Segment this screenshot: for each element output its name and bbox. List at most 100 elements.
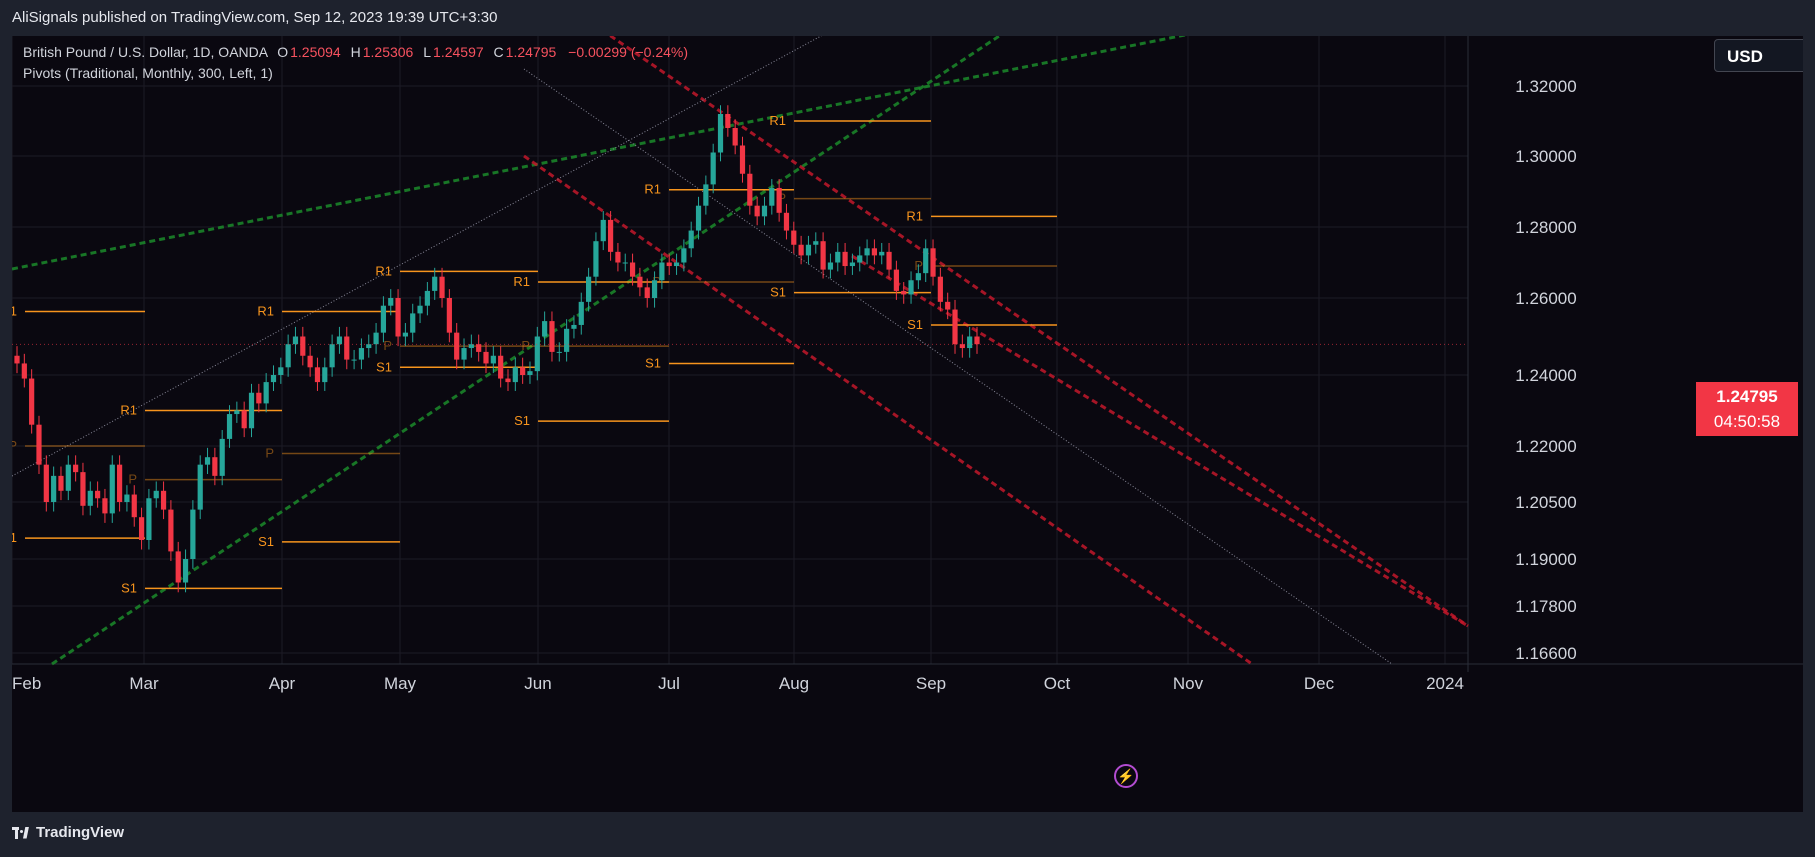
candle-body xyxy=(446,298,452,333)
currency-button[interactable]: USD xyxy=(1714,39,1803,72)
candle-body xyxy=(263,382,269,404)
candle-body xyxy=(358,348,365,360)
x-tick-label: Aug xyxy=(779,674,809,693)
candle-body xyxy=(542,321,548,337)
candle-body xyxy=(886,251,892,270)
pivot-label-r1: R1 xyxy=(375,263,392,278)
candle-body xyxy=(204,457,211,465)
symbol-name: British Pound / U.S. Dollar, 1D, OANDA xyxy=(23,44,268,60)
candle-body xyxy=(798,244,804,256)
candle-body xyxy=(769,187,775,206)
candle-body xyxy=(527,371,533,375)
candle-body xyxy=(219,438,225,476)
price-chart[interactable]: R1PS1R1PS1R1PS1R1PS1R1PS1R1PS1R1PS1R1PS1… xyxy=(12,36,1803,812)
candle-body xyxy=(849,262,856,267)
symbol-legend: British Pound / U.S. Dollar, 1D, OANDA O… xyxy=(23,44,688,60)
candle-body xyxy=(388,298,394,306)
indicator-name: Pivots (Traditional, Monthly, 300, Left,… xyxy=(23,65,273,81)
candle-body xyxy=(417,305,423,314)
candle-body xyxy=(615,251,621,263)
y-tick-label: 1.19000 xyxy=(1515,550,1576,569)
chart-area[interactable]: R1PS1R1PS1R1PS1R1PS1R1PS1R1PS1R1PS1R1PS1… xyxy=(12,36,1803,812)
y-tick-label: 1.22000 xyxy=(1515,437,1576,456)
candle-body xyxy=(483,351,489,364)
candle-body xyxy=(29,378,35,425)
y-tick-label: 1.17800 xyxy=(1515,597,1576,616)
candle-body xyxy=(937,276,943,302)
candle-body xyxy=(146,498,152,540)
candle-body xyxy=(190,509,196,559)
high-value: 1.25306 xyxy=(362,44,414,60)
pivot-label-r1: R1 xyxy=(906,208,923,223)
candle-body xyxy=(36,424,42,465)
brand-name: TradingView xyxy=(36,824,125,841)
candle-body xyxy=(73,464,79,473)
candle-body xyxy=(761,205,768,217)
candle-body xyxy=(622,262,628,264)
candle-body xyxy=(461,348,467,360)
y-tick-label: 1.20500 xyxy=(1515,493,1576,512)
candle-body xyxy=(688,230,694,249)
candle-body xyxy=(439,276,445,298)
candle-body xyxy=(681,248,687,263)
candle-body xyxy=(14,355,20,364)
footer: TradingView xyxy=(0,812,1815,857)
candle-body xyxy=(783,212,790,231)
candle-body xyxy=(102,498,108,514)
candle-body xyxy=(168,509,174,552)
candle-body xyxy=(732,128,738,146)
candle-body xyxy=(498,355,504,379)
candle-body xyxy=(534,336,540,372)
candle-body xyxy=(351,359,357,361)
candle-body xyxy=(607,219,614,252)
candle-body xyxy=(967,336,973,349)
tradingview-brand[interactable]: TradingView xyxy=(12,824,124,841)
candle-body xyxy=(270,375,277,383)
candle-body xyxy=(51,475,57,502)
x-tick-label: Sep xyxy=(916,674,946,693)
candle-body xyxy=(725,114,731,128)
low-label: L xyxy=(423,44,432,60)
flash-icon[interactable]: ⚡ xyxy=(1114,764,1138,788)
candle-body xyxy=(651,280,658,298)
candle-body xyxy=(600,219,606,242)
candle-body xyxy=(842,251,848,267)
candle-body xyxy=(820,241,826,270)
candle-body xyxy=(644,287,650,298)
publisher-line: AliSignals published on TradingView.com,… xyxy=(12,9,498,26)
candle-body xyxy=(717,114,724,153)
tradingview-logo-icon xyxy=(12,826,30,839)
trend-channel-line xyxy=(851,254,1469,628)
candle-body xyxy=(380,305,387,333)
close-value: 1.24795 xyxy=(505,44,557,60)
indicator-legend[interactable]: Pivots (Traditional, Monthly, 300, Left,… xyxy=(23,65,273,81)
candle-body xyxy=(754,205,760,217)
change-value: −0.00299 (−0.24%) xyxy=(568,44,689,60)
y-tick-label: 1.26000 xyxy=(1515,289,1576,308)
candle-body xyxy=(549,321,555,352)
pivot-label-s1: S1 xyxy=(12,530,17,545)
candle-body xyxy=(505,378,511,383)
candle-body xyxy=(234,410,240,415)
close-label: C xyxy=(493,44,504,60)
x-tick-label: Jul xyxy=(658,674,680,693)
candle-body xyxy=(256,392,262,404)
y-tick-label: 1.24000 xyxy=(1515,366,1576,385)
bar-countdown: 04:50:58 xyxy=(1713,412,1781,431)
open-label: O xyxy=(277,44,289,60)
candle-body xyxy=(248,392,255,429)
candle-body xyxy=(835,251,841,263)
candle-body xyxy=(857,255,863,263)
pivot-label-r1: R1 xyxy=(257,303,274,318)
candle-body xyxy=(871,248,878,256)
pivot-label-s1: S1 xyxy=(376,359,392,374)
candle-body xyxy=(292,336,299,345)
candle-body xyxy=(285,344,291,368)
candle-body xyxy=(666,262,672,267)
candle-body xyxy=(131,494,137,518)
candle-body xyxy=(974,336,980,345)
candle-body xyxy=(791,230,797,245)
pivot-label-p: P xyxy=(265,445,274,460)
x-tick-label: May xyxy=(384,674,417,693)
candle-body xyxy=(747,173,753,206)
